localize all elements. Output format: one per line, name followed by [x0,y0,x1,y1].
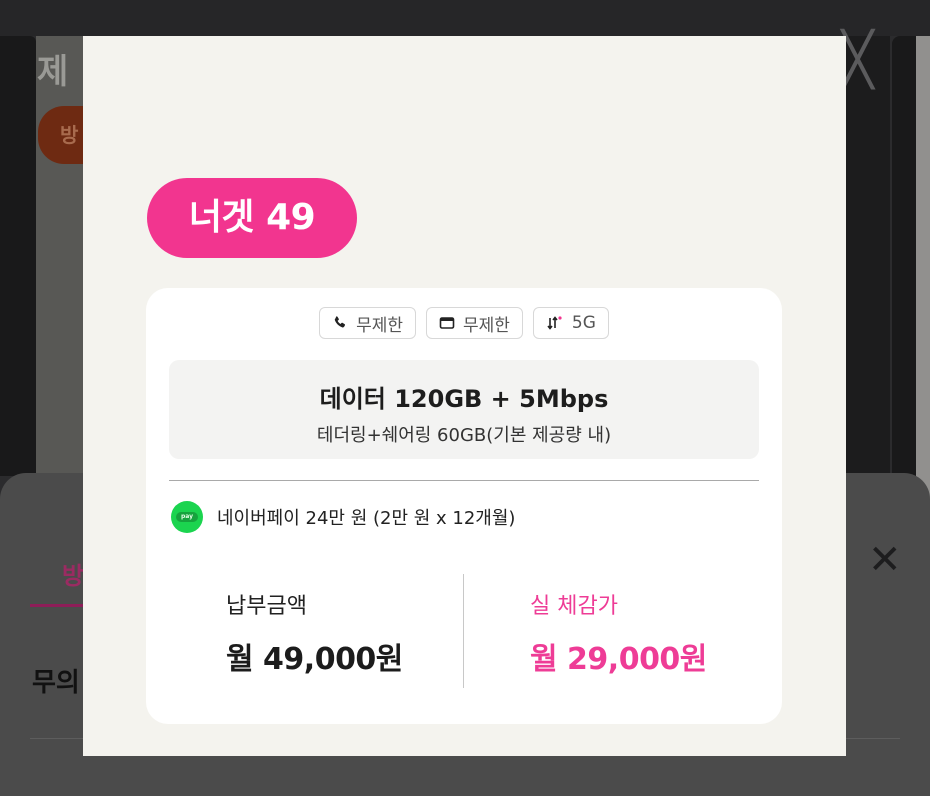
data-allowance-main: 데이터 120GB + 5Mbps [319,385,609,413]
background-left-chip: 방 [38,106,88,164]
payment-amount-value: 월 49,000원 [226,642,403,677]
background-sheet-tab: 방 [62,562,85,590]
price-divider [463,574,464,688]
background-left-strip [0,36,36,476]
chip-network-label: 5G [571,313,596,333]
plan-name-badge: 너겟 49 [147,178,357,258]
sheet-close-icon[interactable]: ✕ [868,540,902,580]
background-left-title: 제 [37,52,69,92]
section-divider [169,480,759,481]
chip-message: 무제한 [426,307,523,339]
payment-amount: 납부금액 월 49,000원 [226,588,403,678]
chip-network: 5G [532,307,609,339]
feature-chips: 무제한 무제한 5G [146,307,782,339]
background-top-bar [0,0,930,36]
data-transfer-icon [546,315,564,331]
plan-card[interactable]: 너겟 49 무제한 무제한 5G 데이터 120GB + 5Mbps 테더링+쉐… [83,36,846,756]
data-allowance-box: 데이터 120GB + 5Mbps 테더링+쉐어링 60GB(기본 제공량 내) [169,360,759,459]
chip-message-label: 무제한 [463,315,510,336]
effective-price-label: 실 체감가 [530,594,618,619]
background-sheet-heading: 무의 [32,668,80,698]
effective-price: 실 체감가 월 29,000원 [530,588,707,678]
message-icon [439,315,455,331]
data-allowance-sub: 테더링+쉐어링 60GB(기본 제공량 내) [316,425,612,446]
background-close-icon: ╳ [842,30,874,90]
phone-icon [332,315,348,331]
background-right-panel [846,36,890,476]
chip-voice: 무제한 [319,307,416,339]
payment-amount-label: 납부금액 [226,594,307,619]
effective-price-value: 월 29,000원 [530,642,707,677]
background-sheet-tab-indicator [30,604,84,607]
benefit-text: 네이버페이 24만 원 (2만 원 x 12개월) [217,508,516,529]
background-left-panel [36,36,84,476]
naver-pay-icon-text: pay [176,512,198,522]
plan-detail-panel: 무제한 무제한 5G 데이터 120GB + 5Mbps 테더링+쉐어링 60G… [146,288,782,724]
naver-pay-icon: pay [171,501,203,533]
chip-voice-label: 무제한 [356,315,403,336]
benefit-row: pay 네이버페이 24만 원 (2만 원 x 12개월) [171,501,515,533]
